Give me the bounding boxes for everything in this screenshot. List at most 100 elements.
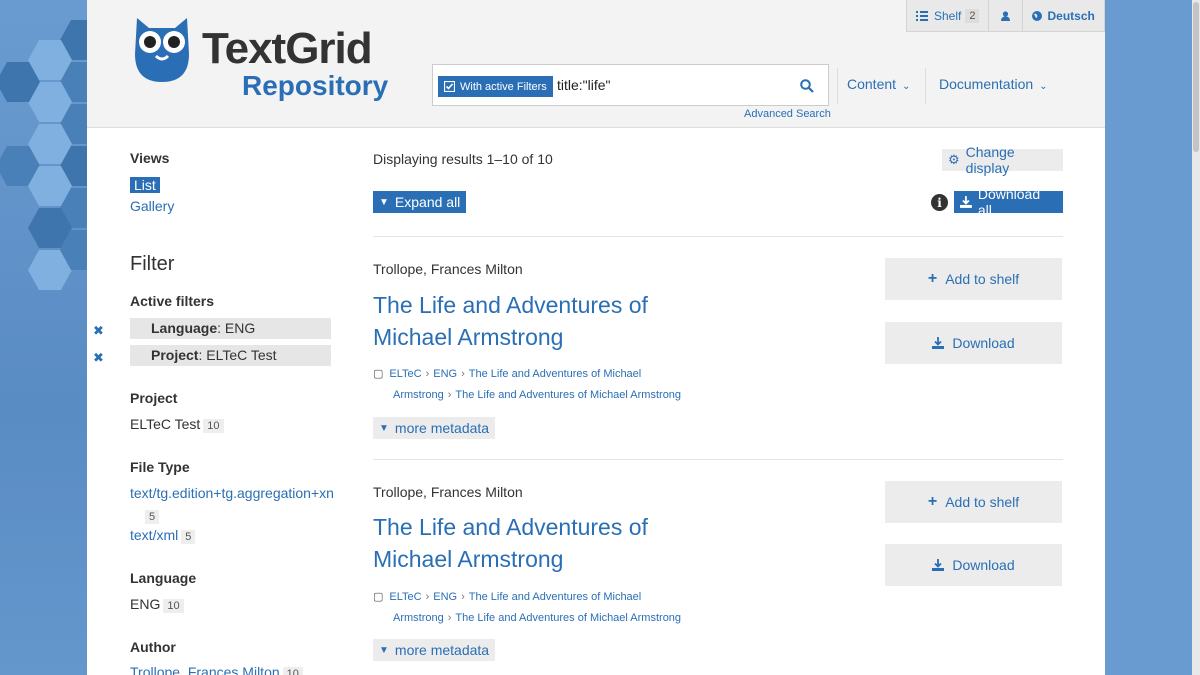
search-box: With active Filters title:"life"	[432, 64, 829, 106]
divider	[373, 459, 1063, 460]
language-facet-title: Language	[130, 570, 197, 586]
caret-down-icon: ▼	[379, 422, 389, 434]
download-icon	[932, 337, 945, 349]
nav-documentation-menu[interactable]: Documentation ⌄	[939, 76, 1048, 92]
facet-count: 10	[163, 599, 184, 613]
background-right	[1105, 0, 1200, 675]
change-display-label: Change display	[965, 144, 1015, 176]
facet-count: 10	[282, 667, 303, 675]
view-list-label: List	[130, 177, 160, 193]
project-facet-title: Project	[130, 390, 178, 406]
active-filter-value: ENG	[224, 320, 256, 336]
filetype-facet-item[interactable]: text/xml 5	[130, 527, 196, 544]
breadcrumb-link[interactable]: The Life and Adventures of Michael	[469, 368, 641, 380]
result-title-line: Michael Armstrong	[373, 324, 564, 350]
result-title-line: Michael Armstrong	[373, 546, 564, 572]
advanced-search-link[interactable]: Advanced Search	[744, 108, 831, 120]
add-to-shelf-button[interactable]: + Add to shelf	[885, 481, 1062, 523]
list-icon	[916, 10, 928, 21]
download-button[interactable]: Download	[885, 322, 1062, 364]
breadcrumb-link[interactable]: The Life and Adventures of Michael Armst…	[455, 389, 681, 401]
language-facet-item[interactable]: ENG 10	[130, 596, 184, 613]
breadcrumb-separator-icon: ›	[461, 368, 465, 380]
chevron-down-icon: ⌄	[1039, 81, 1048, 92]
chevron-down-icon: ⌄	[902, 81, 911, 92]
plus-icon: +	[927, 493, 938, 510]
project-facet-item[interactable]: ELTeC Test 10	[130, 416, 224, 433]
breadcrumb-link[interactable]: ENG	[433, 368, 457, 380]
search-icon[interactable]	[800, 79, 814, 93]
breadcrumb-link[interactable]: ENG	[433, 591, 457, 603]
active-filter-value: ELTeC Test	[206, 347, 277, 363]
active-filter-language: ✖ Language: ENG	[93, 318, 331, 339]
filetype-facet-value: text/tg.edition+tg.aggregation+xn	[130, 485, 334, 501]
file-icon: ▢	[373, 591, 384, 603]
owl-logo-icon[interactable]	[133, 14, 191, 84]
result-author[interactable]: Trollope, Frances Milton	[373, 261, 523, 277]
language-facet-value: ENG	[130, 596, 161, 612]
active-filters-label: With active Filters	[460, 80, 547, 93]
active-filters-toggle[interactable]: With active Filters	[438, 76, 553, 97]
result-title[interactable]: The Life and Adventures of Michael Armst…	[373, 511, 673, 575]
remove-filter-icon[interactable]: ✖	[93, 320, 104, 341]
facet-count: 10	[203, 419, 224, 433]
result-breadcrumb: ▢ ELTeC › ENG › The Life and Adventures of Mi…	[373, 364, 703, 406]
project-facet-value: ELTeC Test	[130, 416, 201, 432]
breadcrumb-link[interactable]: Armstrong	[393, 612, 444, 624]
filetype-facet-count-wrap: 5	[142, 507, 160, 525]
top-utility-bar: Shelf 2 Deutsch	[906, 0, 1105, 32]
filetype-facet-title: File Type	[130, 459, 190, 475]
active-filter-project: ✖ Project: ELTeC Test	[93, 345, 331, 366]
expand-all-button[interactable]: ▼ Expand all	[373, 191, 467, 213]
result-breadcrumb: ▢ ELTeC › ENG › The Life and Adventures of Mi…	[373, 587, 703, 629]
more-metadata-button[interactable]: ▼ more metadata	[373, 417, 496, 439]
more-metadata-button[interactable]: ▼ more metadata	[373, 639, 496, 661]
scrollbar[interactable]	[1192, 0, 1200, 675]
checkbox-checked-icon	[444, 81, 455, 92]
breadcrumb-link[interactable]: Armstrong	[393, 389, 444, 401]
user-button[interactable]	[989, 0, 1024, 31]
user-icon	[1001, 10, 1011, 21]
remove-filter-icon[interactable]: ✖	[93, 347, 104, 368]
breadcrumb-link[interactable]: ELTeC	[389, 591, 421, 603]
logo-title[interactable]: TextGrid	[202, 24, 373, 74]
results-count: Displaying results 1–10 of 10	[373, 151, 553, 167]
download-all-label: Download all	[977, 186, 1041, 218]
nav-content-menu[interactable]: Content ⌄	[847, 76, 910, 92]
caret-down-icon: ▼	[379, 196, 389, 208]
download-button[interactable]: Download	[885, 544, 1062, 586]
result-title-line: The Life and Adventures of	[373, 514, 648, 540]
info-icon[interactable]: i	[931, 194, 948, 211]
search-input[interactable]: title:"life"	[557, 77, 611, 93]
language-switch[interactable]: Deutsch	[1023, 0, 1103, 31]
language-label: Deutsch	[1047, 8, 1095, 23]
result-author[interactable]: Trollope, Frances Milton	[373, 484, 523, 500]
download-label: Download	[952, 335, 1015, 351]
download-icon	[960, 196, 972, 208]
breadcrumb-link[interactable]: The Life and Adventures of Michael	[469, 591, 641, 603]
view-gallery-option[interactable]: Gallery	[130, 198, 174, 214]
author-facet-title: Author	[130, 639, 176, 655]
breadcrumb-separator-icon: ›	[425, 591, 430, 603]
facet-count: 5	[181, 530, 196, 544]
shelf-button[interactable]: Shelf 2	[907, 0, 990, 31]
nav-documentation-label: Documentation	[939, 76, 1034, 92]
active-filter-key: Language	[151, 320, 218, 336]
change-display-button[interactable]: ⚙ Change display	[942, 144, 1063, 176]
author-facet-item[interactable]: Trollope, Frances Milton 10	[130, 664, 303, 675]
add-to-shelf-button[interactable]: + Add to shelf	[885, 258, 1062, 300]
logo-subtitle[interactable]: Repository	[242, 70, 388, 102]
views-title: Views	[130, 150, 170, 166]
breadcrumb-link[interactable]: The Life and Adventures of Michael Armst…	[455, 612, 681, 624]
breadcrumb-separator-icon: ›	[447, 389, 452, 401]
active-filters-title: Active filters	[130, 293, 215, 309]
breadcrumb-link[interactable]: ELTeC	[389, 368, 421, 380]
divider	[373, 236, 1063, 237]
filetype-facet-item[interactable]: text/tg.edition+tg.aggregation+xn	[130, 485, 340, 501]
result-title[interactable]: The Life and Adventures of Michael Armst…	[373, 289, 673, 353]
plus-icon: +	[927, 270, 938, 287]
more-metadata-label: more metadata	[394, 420, 490, 436]
download-all-button[interactable]: Download all	[954, 186, 1063, 218]
scrollbar-thumb[interactable]	[1193, 2, 1199, 152]
view-list-option[interactable]: List	[130, 177, 160, 195]
